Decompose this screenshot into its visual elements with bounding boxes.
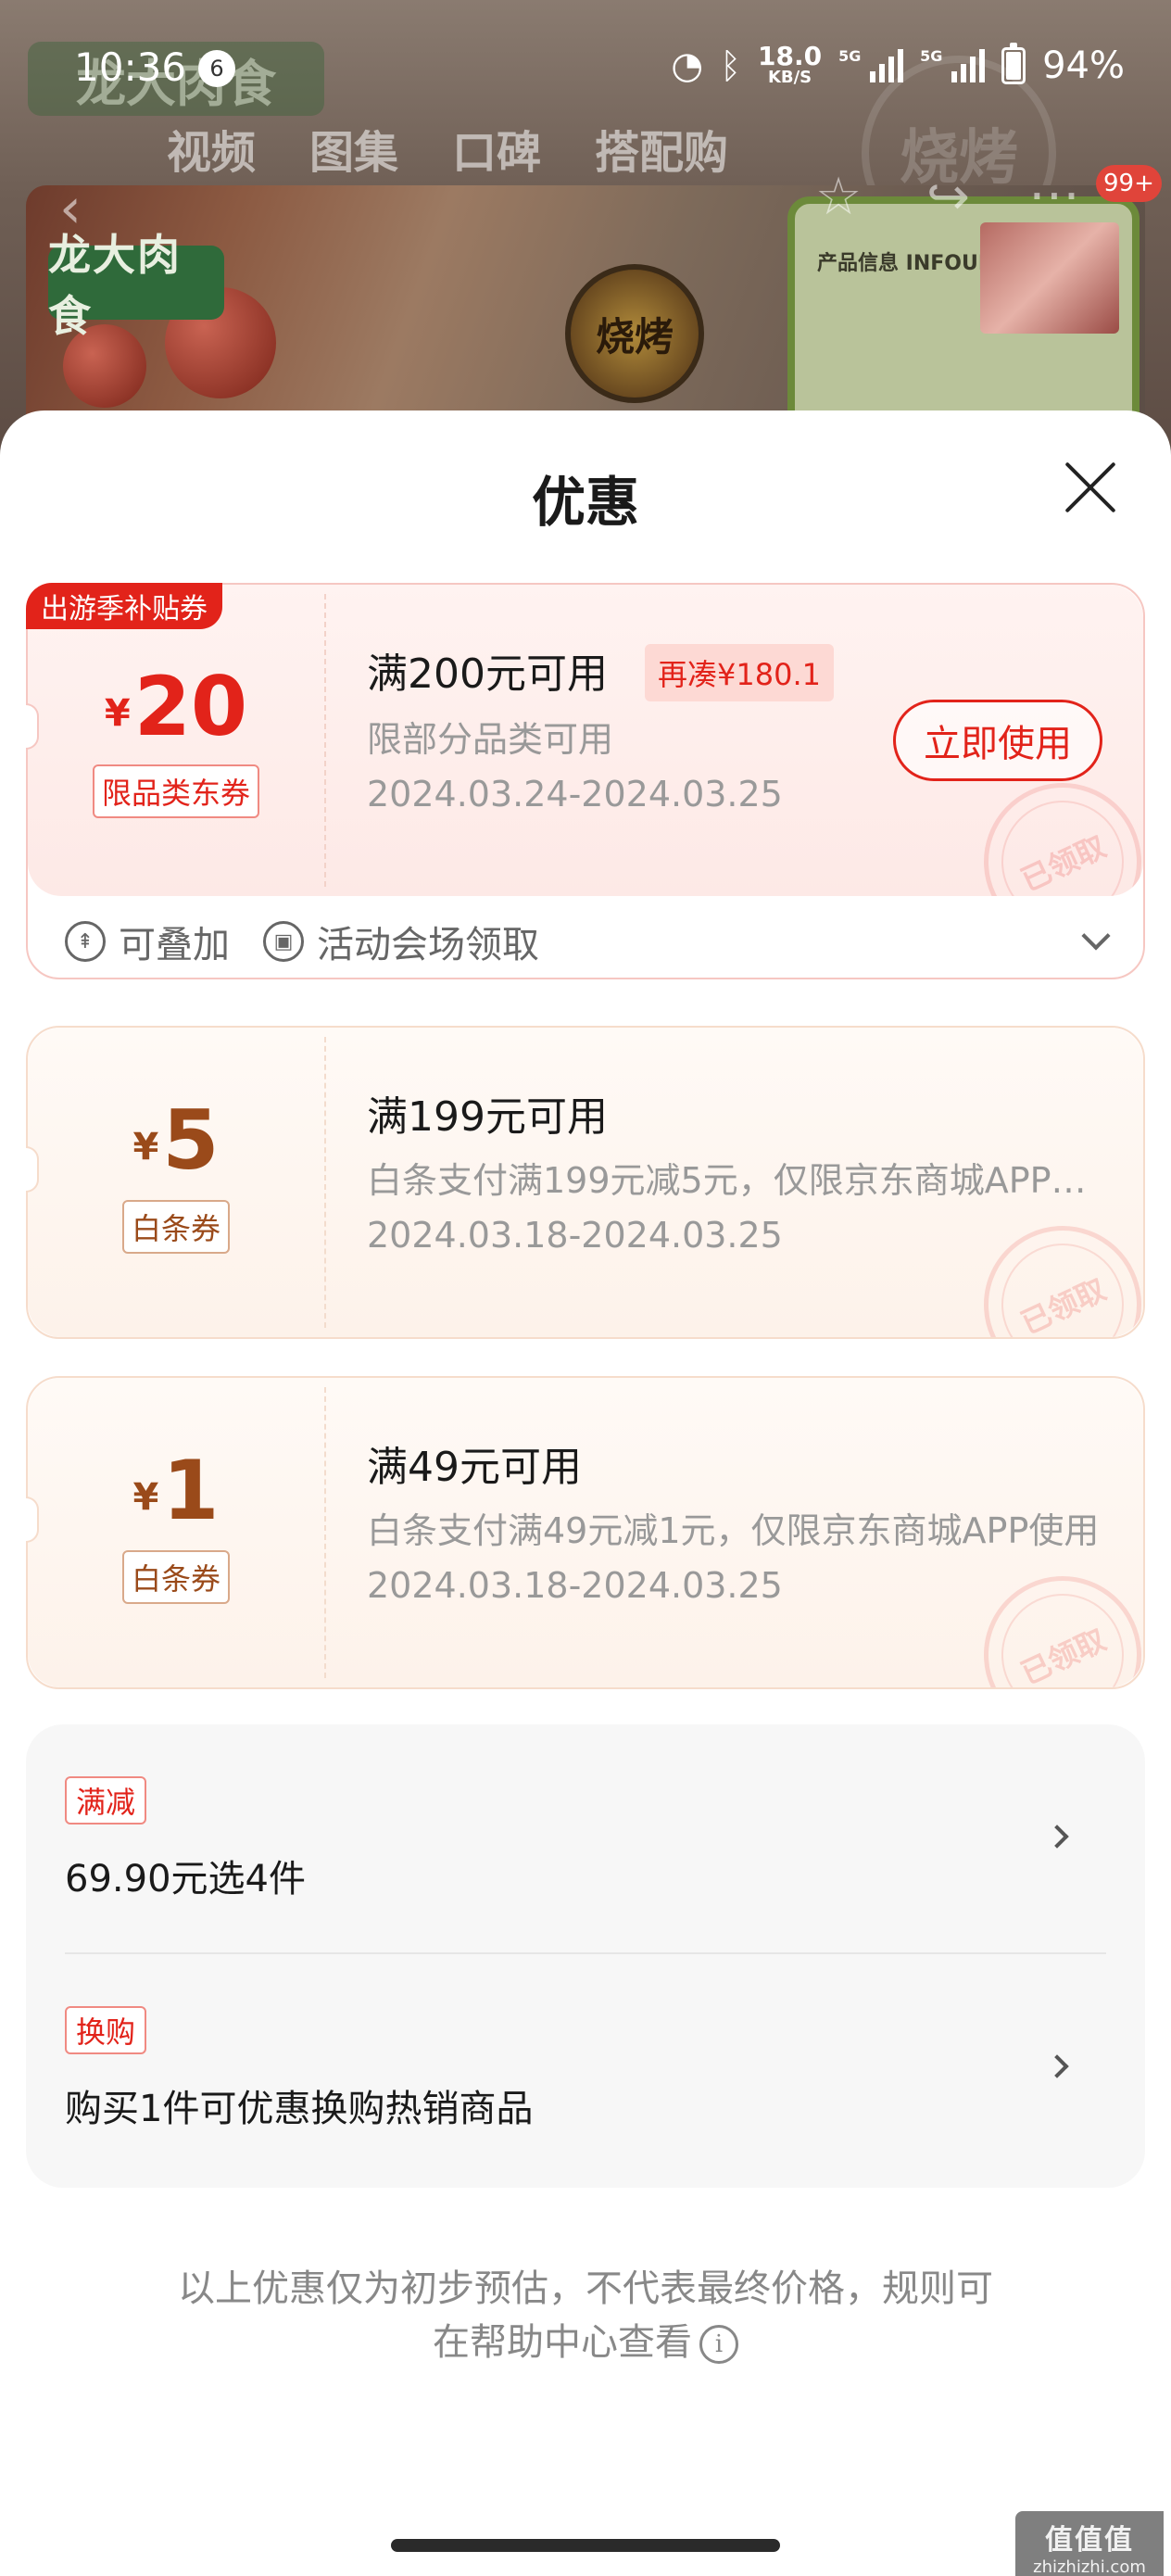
- meat-image: [980, 222, 1119, 334]
- chevron-right-icon[interactable]: [1045, 1825, 1069, 1849]
- coupon-date: 2024.03.18-2024.03.25: [367, 1215, 783, 1256]
- status-icons: ◔ ᛒ 18.0 KB/S 5G 5G 94%: [671, 43, 1125, 87]
- disclaimer: 以上优惠仅为初步预估，不代表最终价格，规则可 在帮助中心查看 i: [0, 2262, 1171, 2369]
- back-icon[interactable]: ‹: [59, 176, 82, 241]
- coupon-condition: 满200元可用: [367, 650, 608, 698]
- coupon-desc: 限部分品类可用: [367, 719, 614, 760]
- disclaimer-line-1: 以上优惠仅为初步预估，不代表最终价格，规则可: [178, 2267, 993, 2310]
- notification-count-badge: 6: [198, 50, 235, 87]
- coupon-date: 2024.03.18-2024.03.25: [367, 1565, 783, 1606]
- bbq-badge: 烧烤: [565, 264, 704, 403]
- claimed-stamp: 已领取: [958, 1550, 1143, 1687]
- coupon-ribbon: 出游季补贴券: [26, 583, 222, 629]
- stackable-icon: ⇞: [65, 921, 106, 962]
- speedometer-icon: ◔: [671, 44, 704, 87]
- share-icon[interactable]: ↪: [926, 167, 970, 227]
- need-more-badge: 再凑¥180.1: [645, 644, 834, 701]
- network-speed-value: 18.0: [758, 41, 823, 71]
- coupon-amount: ¥5: [132, 1092, 220, 1188]
- watermark-url: zhizhizhi.com: [1033, 2557, 1146, 2576]
- signal-sim2-icon: 5G: [920, 47, 986, 82]
- coupon-type-tag: 白条券: [28, 1200, 324, 1254]
- coupon-date: 2024.03.24-2024.03.25: [367, 774, 783, 814]
- coupon-card[interactable]: ¥5 白条券 满199元可用 白条支付满199元减5元，仅限京东商城APP使用 …: [26, 1026, 1145, 1339]
- source-label: 活动会场领取: [317, 924, 539, 966]
- promotion-tag: 满减: [65, 1776, 147, 1825]
- cart-count-badge: 99+: [1096, 165, 1162, 202]
- watermark: 值值值 zhizhizhi.com: [1015, 2511, 1164, 2576]
- coupon-desc: 白条支付满199元减5元，仅限京东商城APP使用: [367, 1160, 1117, 1201]
- coupon-condition: 满49元可用: [367, 1444, 582, 1491]
- status-bar: 10:36 6 ◔ ᛒ 18.0 KB/S 5G 5G 94%: [0, 0, 1171, 139]
- claimed-stamp: 已领取: [958, 1200, 1143, 1337]
- coupon-main: ¥5 白条券 满199元可用 白条支付满199元减5元，仅限京东商城APP使用 …: [28, 1028, 1143, 1337]
- watermark-name: 值值值: [1045, 2524, 1134, 2557]
- coupon-type-tag: 白条券: [28, 1550, 324, 1604]
- venue-icon: ▣: [263, 921, 304, 962]
- battery-percent: 94%: [1042, 44, 1125, 87]
- coupon-condition: 满199元可用: [367, 1093, 608, 1141]
- sim1-label: 5G: [838, 47, 862, 65]
- close-icon[interactable]: [1062, 459, 1119, 516]
- coupon-card[interactable]: ¥20 限品类东券 满200元可用 再凑¥180.1 限部分品类可用 2024.…: [26, 583, 1145, 979]
- coupon-main: ¥1 白条券 满49元可用 白条支付满49元减1元，仅限京东商城APP使用 20…: [28, 1378, 1143, 1687]
- offers-sheet: 优惠 ¥20 限品类东券 满200元可用 再凑¥180.1 限部分品类可用 20…: [0, 410, 1171, 2576]
- coupon-meta: ⇞ 可叠加 ▣ 活动会场领取: [65, 915, 539, 968]
- disclaimer-line-2: 在帮助中心查看: [433, 2321, 692, 2364]
- promotion-tag: 换购: [65, 2006, 147, 2054]
- coupon-amount: ¥1: [132, 1443, 220, 1538]
- more-icon[interactable]: ⋯: [1028, 165, 1080, 225]
- bluetooth-icon: ᛒ: [720, 45, 741, 86]
- info-icon[interactable]: i: [699, 2325, 738, 2364]
- sim2-label: 5G: [920, 47, 943, 65]
- sheet-title: 优惠: [531, 471, 639, 534]
- coupon-main: ¥20 限品类东券 满200元可用 再凑¥180.1 限部分品类可用 2024.…: [28, 585, 1143, 896]
- promotion-row[interactable]: 满减 69.90元选4件: [65, 1724, 1106, 1952]
- chevron-down-icon[interactable]: [1081, 921, 1111, 951]
- coupon-amount: ¥20: [104, 659, 248, 754]
- promotion-text: 购买1件可优惠换购热销商品: [65, 2088, 534, 2130]
- favorite-icon[interactable]: ☆: [815, 167, 862, 227]
- coupon-desc: 白条支付满49元减1元，仅限京东商城APP使用: [367, 1510, 1100, 1551]
- promotion-row[interactable]: 换购 购买1件可优惠换购热销商品: [65, 1952, 1106, 2180]
- signal-sim1-icon: 5G: [838, 47, 904, 82]
- network-speed: 18.0 KB/S: [758, 44, 822, 87]
- chevron-right-icon[interactable]: [1045, 2054, 1069, 2078]
- battery-icon: [1001, 43, 1026, 84]
- home-indicator[interactable]: [391, 2539, 780, 2552]
- promotion-text: 69.90元选4件: [65, 1858, 306, 1900]
- brand-logo: 龙大肉食: [48, 230, 224, 341]
- stackable-label: 可叠加: [119, 924, 230, 966]
- coupon-card[interactable]: ¥1 白条券 满49元可用 白条支付满49元减1元，仅限京东商城APP使用 20…: [26, 1376, 1145, 1689]
- use-now-button[interactable]: 立即使用: [893, 700, 1102, 781]
- promotions-box: 满减 69.90元选4件 换购 购买1件可优惠换购热销商品: [26, 1724, 1145, 2188]
- status-time: 10:36: [74, 44, 187, 90]
- coupon-type-tag: 限品类东券: [28, 764, 324, 818]
- network-speed-unit: KB/S: [767, 68, 812, 87]
